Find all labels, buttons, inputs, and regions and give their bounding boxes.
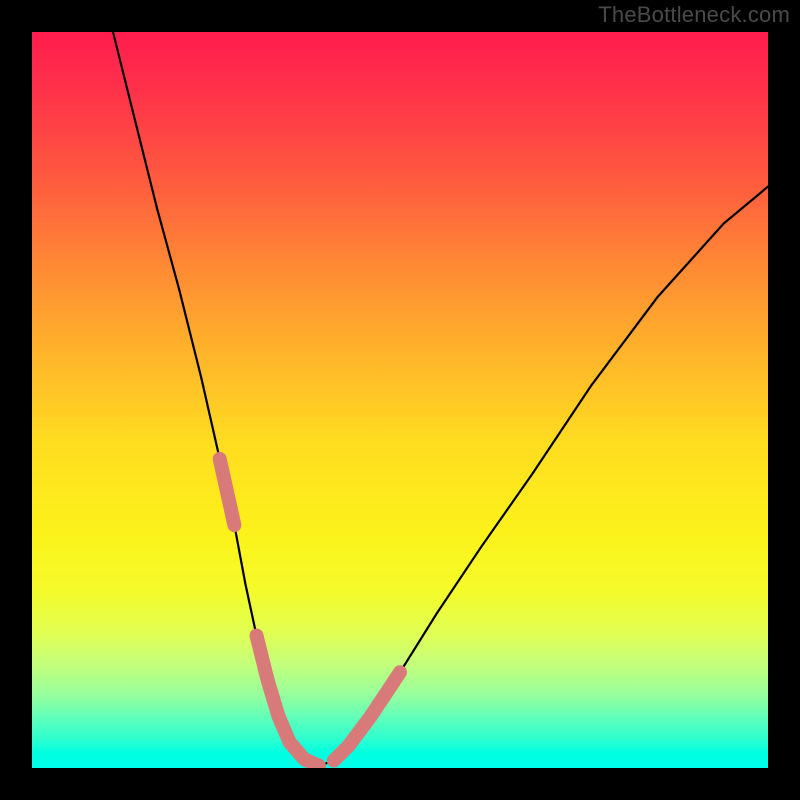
chart-frame: TheBottleneck.com [0,0,800,800]
curve-marker-group [220,459,400,766]
watermark-text: TheBottleneck.com [598,4,790,26]
plot-area [32,32,768,768]
bottleneck-curve-path [113,32,768,766]
curve-marker-segment [220,459,235,525]
curve-marker-segment [334,672,400,760]
curve-marker-segment [257,636,320,766]
bottleneck-curve-svg [32,32,768,768]
